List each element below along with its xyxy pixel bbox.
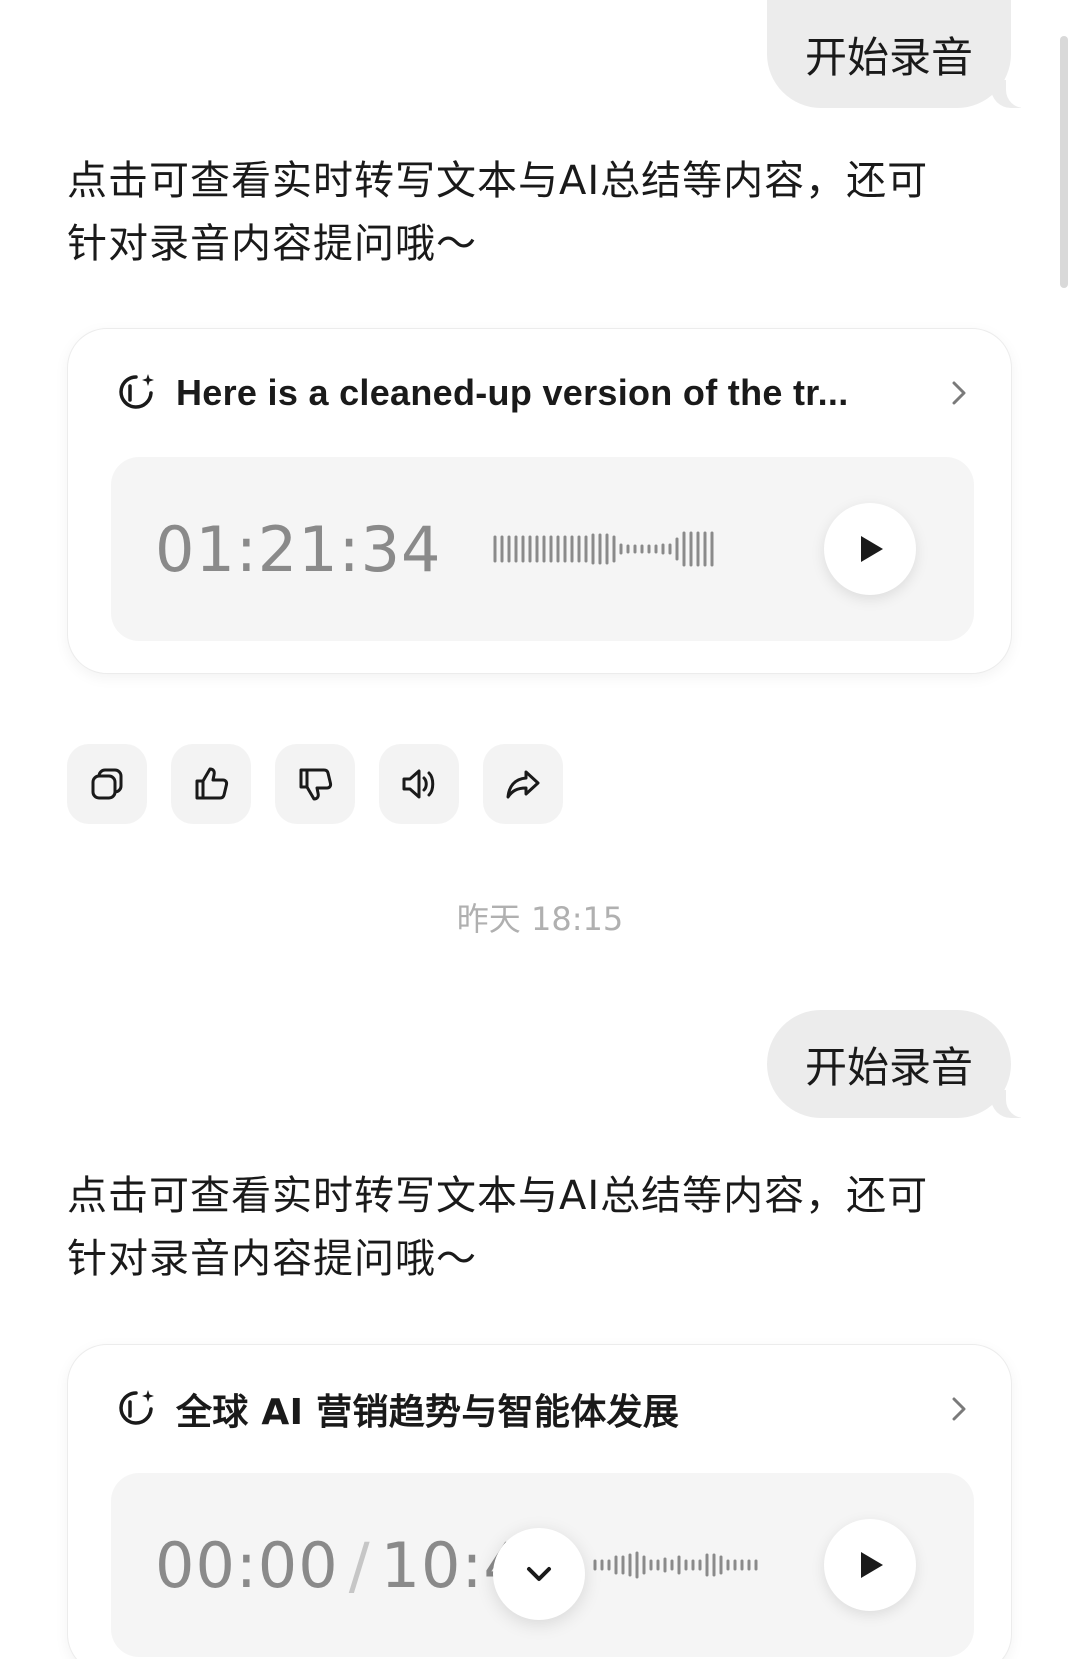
ai-recording-icon bbox=[119, 1390, 154, 1425]
chevron-right-icon bbox=[952, 1397, 966, 1421]
speaker-icon bbox=[402, 769, 435, 799]
copy-button[interactable] bbox=[67, 744, 147, 824]
scroll-to-bottom-button[interactable] bbox=[493, 1528, 585, 1620]
like-button[interactable] bbox=[171, 744, 251, 824]
assistant-line: 针对录音内容提问哦～ bbox=[67, 221, 477, 267]
recording-card[interactable]: Here is a cleaned-up version of the tr..… bbox=[67, 328, 1012, 674]
recording-title: Here is a cleaned-up version of the tr..… bbox=[176, 372, 849, 413]
thumbs-up-icon bbox=[195, 767, 229, 800]
user-message-bubble: 开始录音 bbox=[767, 0, 1021, 108]
copy-icon bbox=[91, 768, 123, 800]
read-aloud-button[interactable] bbox=[379, 744, 459, 824]
share-icon bbox=[506, 770, 540, 799]
waveform bbox=[593, 1551, 758, 1579]
user-message-text: 开始录音 bbox=[804, 1042, 973, 1092]
play-button[interactable] bbox=[824, 503, 916, 595]
scrollbar[interactable] bbox=[1060, 36, 1068, 288]
ai-recording-icon bbox=[119, 374, 154, 409]
assistant-line: 针对录音内容提问哦～ bbox=[67, 1236, 477, 1282]
message-timestamp: 昨天 18:15 bbox=[456, 900, 624, 938]
assistant-message: 点击可查看实时转写文本与AI总结等内容，还可 针对录音内容提问哦～ bbox=[67, 1165, 987, 1291]
waveform bbox=[493, 531, 714, 567]
user-message-text: 开始录音 bbox=[804, 32, 973, 82]
time-separator: / bbox=[348, 1529, 371, 1602]
audio-player: 01:21:34 bbox=[111, 457, 974, 641]
recording-duration: 01:21:34 bbox=[155, 513, 441, 586]
play-icon bbox=[861, 1552, 883, 1578]
play-icon bbox=[861, 536, 883, 562]
recording-card-header[interactable]: Here is a cleaned-up version of the tr..… bbox=[114, 369, 971, 417]
assistant-line: 点击可查看实时转写文本与AI总结等内容，还可 bbox=[67, 158, 929, 204]
recording-card-header[interactable]: 全球 AI 营销趋势与智能体发展 bbox=[114, 1385, 971, 1433]
message-actions bbox=[67, 744, 563, 824]
dislike-button[interactable] bbox=[275, 744, 355, 824]
elapsed-time: 01:21:34 bbox=[155, 513, 442, 586]
current-time: 00:00 bbox=[155, 1529, 339, 1602]
user-message-bubble: 开始录音 bbox=[767, 1010, 1021, 1118]
recording-title: 全球 AI 营销趋势与智能体发展 bbox=[176, 1392, 680, 1433]
play-button[interactable] bbox=[824, 1519, 916, 1611]
thumbs-down-icon bbox=[299, 768, 333, 801]
share-button[interactable] bbox=[483, 744, 563, 824]
chevron-down-icon bbox=[527, 1567, 551, 1581]
assistant-line: 点击可查看实时转写文本与AI总结等内容，还可 bbox=[67, 1173, 929, 1219]
assistant-message: 点击可查看实时转写文本与AI总结等内容，还可 针对录音内容提问哦～ bbox=[67, 150, 987, 276]
chevron-right-icon bbox=[952, 381, 966, 405]
